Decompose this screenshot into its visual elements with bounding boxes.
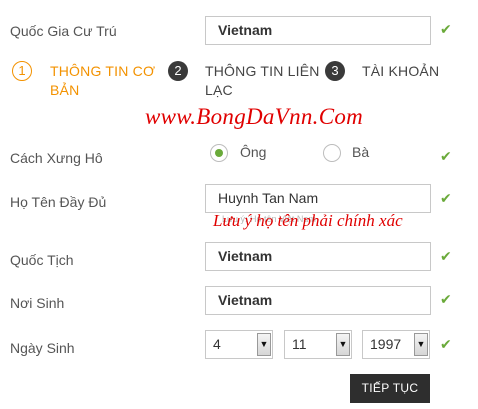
check-icon: ✔: [440, 21, 452, 37]
step-1-label-line2: BẢN: [50, 82, 80, 98]
full-name-hint: Lưu ý họ tên phải chính xác: [213, 211, 403, 230]
birth-year-value: 1997: [370, 336, 402, 352]
full-name-label: Họ Tên Đầy Đủ: [10, 194, 107, 210]
nationality-label: Quốc Tịch: [10, 252, 74, 268]
step-3-number: 3: [325, 61, 345, 81]
birthplace-input[interactable]: Vietnam: [205, 286, 431, 315]
chevron-down-icon[interactable]: ▼: [414, 333, 428, 356]
check-icon: ✔: [440, 190, 452, 206]
birthdate-label: Ngày Sinh: [10, 340, 75, 356]
country-of-residence-input[interactable]: Vietnam: [205, 16, 431, 45]
check-icon: ✔: [440, 291, 452, 307]
salutation-option-ba: Bà: [352, 144, 370, 160]
step-3-label-line1: TÀI KHOẢN: [362, 63, 440, 79]
salutation-option-ong: Ông: [240, 144, 267, 160]
step-2-number: 2: [168, 61, 188, 81]
birth-day-value: 4: [213, 336, 221, 352]
check-icon: ✔: [440, 148, 452, 164]
salutation-radio-ong[interactable]: [210, 144, 228, 162]
step-2-label-line1: THÔNG TIN LIÊN: [205, 63, 320, 79]
birth-month-value: 11: [292, 336, 307, 352]
full-name-input[interactable]: Huynh Tan Nam: [205, 184, 431, 213]
birth-day-select[interactable]: 4 ▼: [205, 330, 273, 359]
birth-year-select[interactable]: 1997 ▼: [362, 330, 430, 359]
step-2-label: THÔNG TIN LIÊN LẠC: [205, 62, 320, 100]
next-button[interactable]: TIẾP TỤC: [350, 374, 430, 403]
step-1-label: THÔNG TIN CƠ BẢN: [50, 62, 155, 100]
chevron-down-icon[interactable]: ▼: [336, 333, 350, 356]
nationality-input[interactable]: Vietnam: [205, 242, 431, 271]
salutation-radio-ba[interactable]: [323, 144, 341, 162]
watermark-text: www.BongDaVnn.Com: [145, 104, 364, 129]
check-icon: ✔: [440, 248, 452, 264]
chevron-down-icon[interactable]: ▼: [257, 333, 271, 356]
step-1-number: 1: [12, 61, 32, 81]
birthplace-label: Nơi Sinh: [10, 295, 65, 311]
step-2-label-line2: LẠC: [205, 82, 233, 98]
step-3-label: TÀI KHOẢN: [362, 62, 439, 81]
country-of-residence-label: Quốc Gia Cư Trú: [10, 23, 117, 39]
birth-month-select[interactable]: 11 ▼: [284, 330, 352, 359]
check-icon: ✔: [440, 336, 452, 352]
step-1-label-line1: THÔNG TIN CƠ: [50, 63, 156, 79]
salutation-label: Cách Xưng Hô: [10, 150, 103, 166]
